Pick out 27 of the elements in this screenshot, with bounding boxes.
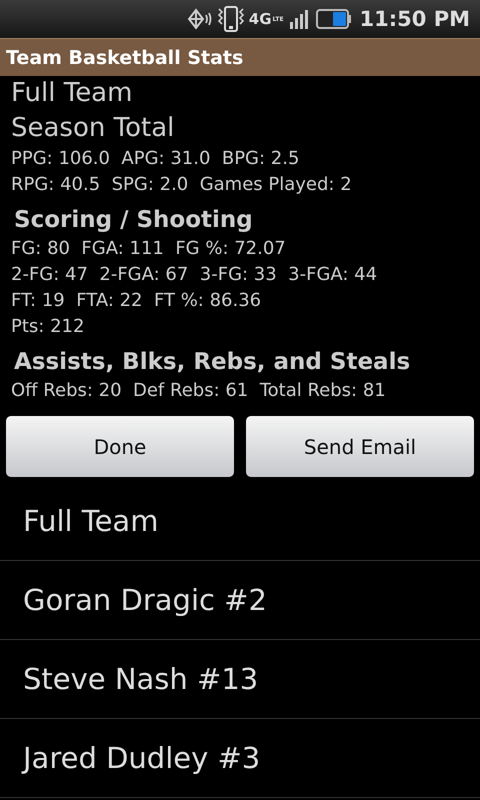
stat-line: 2-FG: 47 2-FGA: 67 3-FG: 33 3-FGA: 44 — [11, 263, 378, 287]
stat-line: Pts: 212 — [11, 315, 86, 339]
stat-line: RPG: 40.5 SPG: 2.0 Games Played: 2 — [11, 173, 353, 197]
send-email-button[interactable]: Send Email — [246, 416, 474, 477]
player-name: Full Team — [23, 504, 158, 538]
network-label: 4G — [248, 10, 272, 28]
clock: 11:50 PM — [360, 7, 470, 31]
player-list-item[interactable]: Jared Dudley #3 — [0, 719, 480, 798]
player-name: Steve Nash #13 — [23, 662, 258, 696]
stats-title: Full Team — [11, 77, 134, 110]
stat-line: PPG: 106.0 APG: 31.0 BPG: 2.5 — [11, 147, 300, 171]
player-name: Goran Dragic #2 — [23, 583, 267, 617]
battery-icon — [316, 7, 352, 31]
vibrate-phone-icon — [216, 6, 245, 32]
stat-line: Off Rebs: 20 Def Rebs: 61 Total Rebs: 81 — [11, 379, 387, 403]
stat-line: FT: 19 FTA: 22 FT %: 86.36 — [11, 289, 262, 313]
section-heading: Assists, Blks, Rebs, and Steals — [13, 348, 412, 377]
section-heading: Scoring / Shooting — [13, 206, 254, 235]
player-list-item[interactable]: Full Team — [0, 482, 480, 561]
player-list-item[interactable]: Goran Dragic #2 — [0, 561, 480, 640]
player-name: Jared Dudley #3 — [23, 741, 260, 775]
done-button[interactable]: Done — [6, 416, 234, 477]
period-title: Season Total — [11, 112, 176, 145]
stat-line: FG: 80 FGA: 111 FG %: 72.07 — [11, 237, 287, 261]
player-list-item[interactable]: Steve Nash #13 — [0, 640, 480, 719]
app-title: Team Basketball Stats — [6, 46, 244, 68]
gps-icon — [186, 8, 213, 30]
